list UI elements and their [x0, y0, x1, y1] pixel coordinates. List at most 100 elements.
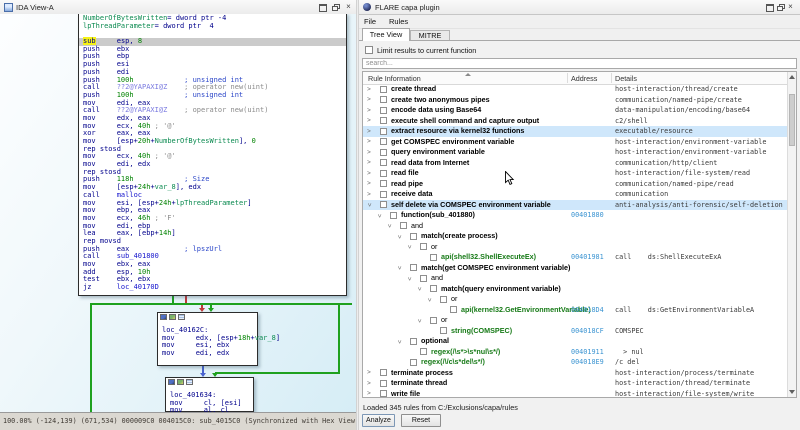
basic-block-loc-401634[interactable]: loc_401634: mov cl, [esi] mov al, cl — [165, 377, 254, 412]
row-checkbox-icon[interactable] — [410, 358, 417, 366]
tree-row[interactable]: > get COMSPEC environment variable host-in… — [363, 137, 787, 148]
node-icon[interactable] — [178, 314, 185, 320]
row-address[interactable]: 004018CF — [571, 326, 604, 337]
tree-row[interactable]: api(kernel32.GetEnvironmentVariable) 0040… — [363, 305, 787, 316]
tree-row[interactable]: > match(create process) — [363, 231, 787, 242]
tab-tree-view[interactable]: Tree View — [362, 28, 410, 41]
collapse-icon[interactable]: > — [383, 224, 394, 228]
expand-icon[interactable]: > — [367, 148, 371, 159]
row-checkbox-icon[interactable] — [430, 316, 437, 324]
tree-row[interactable]: > match(get COMSPEC environment variable) — [363, 263, 787, 274]
tree-row[interactable]: api(shell32.ShellExecuteEx) 00401981 call … — [363, 252, 787, 263]
expand-icon[interactable]: > — [367, 158, 371, 169]
tree-row[interactable]: > query environment variable host-interact… — [363, 147, 787, 158]
tree-row[interactable]: > read pipe communication/named-pipe/read — [363, 179, 787, 190]
node-icon[interactable] — [168, 379, 175, 385]
node-icon[interactable] — [169, 314, 176, 320]
row-checkbox-icon[interactable] — [380, 127, 387, 135]
tree-row[interactable]: regex(/\/c\s*del\s*/) 004018E9/c del — [363, 357, 787, 368]
row-checkbox-icon[interactable] — [380, 148, 387, 156]
tree-row[interactable]: > match(query environment variable) — [363, 284, 787, 295]
limit-results-checkbox-row[interactable]: Limit results to current function — [365, 46, 476, 55]
scrollbar-thumb[interactable] — [789, 94, 795, 146]
row-checkbox-icon[interactable] — [380, 390, 387, 397]
node-icon[interactable] — [160, 314, 167, 320]
reset-button[interactable]: Reset — [401, 414, 441, 427]
menu-rules[interactable]: Rules — [389, 17, 408, 26]
search-input[interactable] — [362, 58, 797, 69]
tree-row[interactable]: regex(/\s*>\s*nul\s*/) 00401911 > nul — [363, 347, 787, 358]
row-checkbox-icon[interactable] — [380, 201, 387, 208]
row-address[interactable]: 004018E9 — [571, 357, 604, 368]
vertical-scrollbar[interactable] — [787, 72, 796, 397]
tree-row[interactable]: > read data from Internet communication/ht… — [363, 158, 787, 169]
row-checkbox-icon[interactable] — [380, 180, 387, 187]
expand-icon[interactable]: > — [367, 190, 371, 201]
scroll-up-icon[interactable] — [789, 75, 795, 79]
tree-row[interactable]: > execute shell command and capture outpu… — [363, 116, 787, 127]
tree-row[interactable]: > terminate process host-interaction/proce… — [363, 368, 787, 379]
row-checkbox-icon[interactable] — [450, 306, 457, 313]
row-checkbox-icon[interactable] — [410, 232, 417, 240]
row-checkbox-icon[interactable] — [380, 190, 387, 198]
tree-row[interactable]: string(COMSPEC) 004018CF COMSPEC — [363, 326, 787, 337]
collapse-icon[interactable]: > — [363, 203, 374, 207]
tree-row[interactable]: > or — [363, 315, 787, 326]
column-address[interactable]: Address — [571, 74, 597, 83]
tree-row[interactable]: > extract resource via kernel32 functions… — [363, 126, 787, 137]
tree-row[interactable]: > and — [363, 273, 787, 284]
expand-icon[interactable]: > — [367, 368, 371, 379]
expand-icon[interactable]: > — [367, 116, 371, 127]
expand-icon[interactable]: > — [367, 137, 371, 148]
column-divider[interactable] — [611, 73, 612, 83]
row-checkbox-icon[interactable] — [420, 243, 427, 250]
expand-icon[interactable]: > — [367, 127, 371, 138]
expand-icon[interactable]: > — [367, 169, 371, 180]
row-checkbox-icon[interactable] — [380, 379, 387, 387]
tree-row[interactable]: > or — [363, 294, 787, 305]
row-checkbox-icon[interactable] — [380, 85, 387, 93]
row-checkbox-icon[interactable] — [400, 222, 407, 229]
row-checkbox-icon[interactable] — [380, 369, 387, 376]
collapse-icon[interactable]: > — [403, 276, 414, 280]
row-checkbox-icon[interactable] — [380, 96, 387, 103]
row-checkbox-icon[interactable] — [380, 169, 387, 177]
row-checkbox-icon[interactable] — [380, 138, 387, 145]
scroll-down-icon[interactable] — [789, 390, 795, 394]
expand-icon[interactable]: > — [367, 179, 371, 190]
collapse-icon[interactable]: > — [393, 234, 404, 238]
tree-row[interactable]: > terminate thread host-interaction/thread… — [363, 378, 787, 389]
collapse-icon[interactable]: > — [413, 318, 424, 322]
tree-row[interactable]: > create two anonymous pipes communication… — [363, 95, 787, 106]
menu-file[interactable]: File — [364, 17, 376, 26]
basic-block-sub-4015c0[interactable]: NumberOfBytesWritten= dword ptr -4 lpThre… — [78, 14, 347, 296]
row-checkbox-icon[interactable] — [430, 253, 437, 261]
row-checkbox-icon[interactable] — [410, 264, 417, 271]
tree-row[interactable]: > receive data communication — [363, 189, 787, 200]
float-window-icon[interactable] — [331, 3, 340, 12]
row-checkbox-icon[interactable] — [440, 327, 447, 334]
row-checkbox-icon[interactable] — [410, 337, 417, 345]
tree-row[interactable]: > optional — [363, 336, 787, 347]
tree-row[interactable]: > and — [363, 221, 787, 232]
row-checkbox-icon[interactable] — [420, 348, 427, 355]
expand-icon[interactable]: > — [367, 106, 371, 117]
tree-row[interactable]: > function(sub_401880) 00401880 — [363, 210, 787, 221]
collapse-icon[interactable]: > — [413, 287, 424, 291]
row-checkbox-icon[interactable] — [440, 295, 447, 303]
row-address[interactable]: 00401880 — [571, 210, 604, 221]
tree-row[interactable]: > create thread host-interaction/thread/cr… — [363, 84, 787, 95]
close-icon[interactable]: × — [344, 3, 353, 12]
node-icon[interactable] — [177, 379, 184, 385]
row-checkbox-icon[interactable] — [380, 117, 387, 124]
basic-block-loc-40162c[interactable]: loc_40162C: mov edx, [esp+18h+var_8] mov e… — [157, 312, 280, 366]
row-address[interactable]: 00401981 — [571, 252, 604, 263]
analyze-button[interactable]: Analyze — [362, 414, 395, 427]
column-rule-information[interactable]: Rule Information — [368, 74, 421, 83]
collapse-icon[interactable]: > — [393, 266, 404, 270]
tree-row[interactable]: > read file host-interaction/file-system/r… — [363, 168, 787, 179]
close-icon[interactable]: × — [786, 3, 795, 12]
expand-icon[interactable]: > — [367, 85, 371, 96]
tree-row[interactable]: > self delete via COMSPEC environment var… — [363, 199, 787, 210]
expand-icon[interactable]: > — [367, 379, 371, 390]
